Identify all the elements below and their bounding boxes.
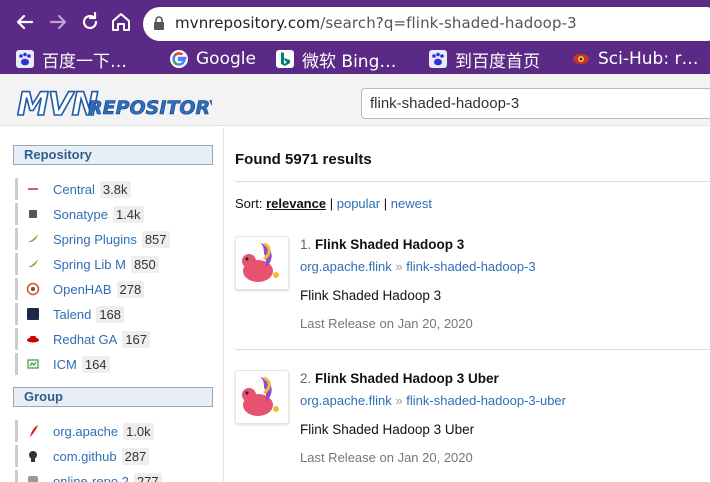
- site-header: MVN REPOSITORY: [0, 74, 710, 126]
- result-release-date: Last Release on Jan 20, 2020: [300, 316, 473, 331]
- google-g-icon: [170, 50, 188, 68]
- svg-text:REPOSITORY: REPOSITORY: [88, 97, 212, 119]
- sidebar-item-spring-lib-m[interactable]: Spring Lib M 850: [15, 253, 215, 275]
- openhab-icon: [26, 282, 40, 296]
- result-title[interactable]: Flink Shaded Hadoop 3: [315, 237, 464, 252]
- sidebar-item-talend[interactable]: Talend 168: [15, 303, 215, 325]
- result-group-link[interactable]: org.apache.flink: [300, 259, 392, 274]
- baidu-paw-icon: [429, 50, 447, 68]
- address-bar[interactable]: mvnrepository.com/search?q=flink-shaded-…: [143, 7, 710, 41]
- result-artifact-link[interactable]: flink-shaded-hadoop-3: [406, 259, 535, 274]
- forward-arrow-icon[interactable]: [46, 10, 70, 34]
- icm-icon: [26, 357, 40, 371]
- bookmark-bing[interactable]: 微软 Bing…: [276, 45, 396, 73]
- search-result: 1. Flink Shaded Hadoop 3 org.apache.flin…: [235, 236, 710, 356]
- sort-popular-link[interactable]: popular: [337, 196, 380, 211]
- redhat-icon: [26, 332, 40, 346]
- result-release-date: Last Release on Jan 20, 2020: [300, 450, 473, 465]
- bookmark-baidu[interactable]: 百度一下…: [16, 45, 127, 73]
- result-artifact-link[interactable]: flink-shaded-hadoop-3-uber: [406, 393, 566, 408]
- sort-relevance-link[interactable]: relevance: [266, 196, 326, 211]
- apache-feather-icon: [26, 424, 40, 438]
- back-arrow-icon[interactable]: [13, 10, 37, 34]
- home-icon[interactable]: [109, 10, 133, 34]
- url-text: mvnrepository.com/search?q=flink-shaded-…: [175, 14, 577, 32]
- sort-newest-link[interactable]: newest: [391, 196, 432, 211]
- bookmark-baidu-home[interactable]: 到百度首页: [429, 45, 540, 73]
- sidebar-item-icm[interactable]: ICM 164: [15, 353, 215, 375]
- sidebar-item-spring-plugins[interactable]: Spring Plugins 857: [15, 228, 215, 250]
- sidebar-item-redhat-ga[interactable]: Redhat GA 167: [15, 328, 215, 350]
- browser-toolbar: mvnrepository.com/search?q=flink-shaded-…: [0, 0, 710, 44]
- divider: [235, 181, 710, 182]
- sidebar-item-central[interactable]: Central 3.8k: [15, 178, 215, 200]
- result-description: Flink Shaded Hadoop 3 Uber: [300, 422, 475, 437]
- repo-icon: [26, 474, 40, 482]
- sonatype-icon: [26, 207, 40, 221]
- result-title[interactable]: Flink Shaded Hadoop 3 Uber: [315, 371, 499, 386]
- flink-squirrel-icon[interactable]: [235, 370, 289, 424]
- search-input[interactable]: [361, 88, 710, 119]
- bing-icon: [276, 50, 294, 68]
- bookmark-google[interactable]: Google: [170, 45, 256, 73]
- spring-lib-icon: [26, 257, 40, 271]
- search-result: 2. Flink Shaded Hadoop 3 Uber org.apache…: [235, 370, 710, 482]
- group-heading: Group: [13, 387, 213, 407]
- sidebar-item-sonatype[interactable]: Sonatype 1.4k: [15, 203, 215, 225]
- result-group-link[interactable]: org.apache.flink: [300, 393, 392, 408]
- scihub-eye-icon: [573, 54, 589, 64]
- flink-squirrel-icon[interactable]: [235, 236, 289, 290]
- sidebar-item-online-repo[interactable]: online-repo 2 277: [15, 470, 215, 482]
- svg-text:MVN: MVN: [17, 85, 99, 122]
- results-count: Found 5971 results: [235, 151, 372, 168]
- sidebar-item-org-apache[interactable]: org.apache 1.0k: [15, 420, 215, 442]
- mvnrepository-logo[interactable]: MVN REPOSITORY: [17, 82, 212, 122]
- reload-icon[interactable]: [78, 10, 102, 34]
- repository-heading: Repository: [13, 145, 213, 165]
- sidebar: Repository Central 3.8k Sonatype 1.4k Spri…: [0, 127, 224, 482]
- central-icon: [26, 182, 40, 196]
- bookmarks-bar: 百度一下… Google 微软 Bing… 到百度首页 Sci-Hub: r…: [0, 44, 710, 74]
- sort-bar: Sort: relevance | popular | newest: [235, 196, 432, 211]
- github-icon: [26, 449, 40, 463]
- result-description: Flink Shaded Hadoop 3: [300, 288, 442, 303]
- talend-icon: [26, 307, 40, 321]
- bookmark-scihub[interactable]: Sci-Hub: r…: [572, 45, 698, 73]
- baidu-paw-icon: [16, 50, 34, 68]
- sidebar-item-com-github[interactable]: com.github 287: [15, 445, 215, 467]
- spring-plugins-icon: [26, 232, 40, 246]
- lock-icon: [154, 16, 164, 30]
- sidebar-item-openhab[interactable]: OpenHAB 278: [15, 278, 215, 300]
- divider: [235, 349, 710, 350]
